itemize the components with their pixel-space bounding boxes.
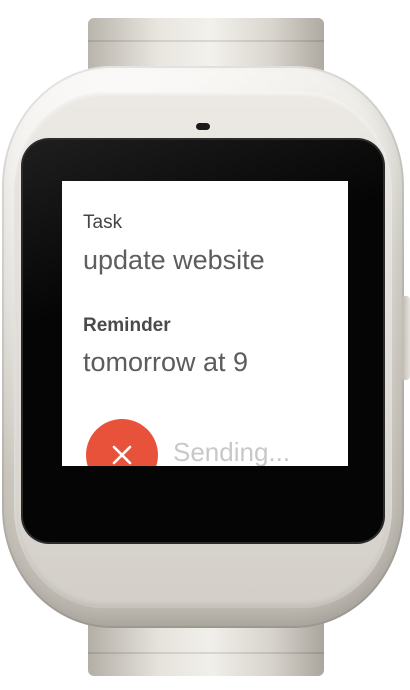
close-icon: [112, 445, 132, 465]
task-label: Task: [83, 212, 123, 233]
sending-status: Sending...: [173, 437, 291, 466]
ambient-light-sensor: [196, 123, 210, 130]
reminder-label: Reminder: [83, 315, 171, 336]
band-link-seam: [88, 652, 324, 654]
reminder-value: tomorrow at 9: [83, 347, 249, 377]
watch-screen: Task update website Reminder tomorrow at…: [62, 181, 348, 466]
watch-side-button[interactable]: [402, 296, 410, 380]
task-value: update website: [83, 245, 265, 275]
cancel-button[interactable]: [86, 419, 158, 466]
band-link-seam: [88, 40, 324, 42]
